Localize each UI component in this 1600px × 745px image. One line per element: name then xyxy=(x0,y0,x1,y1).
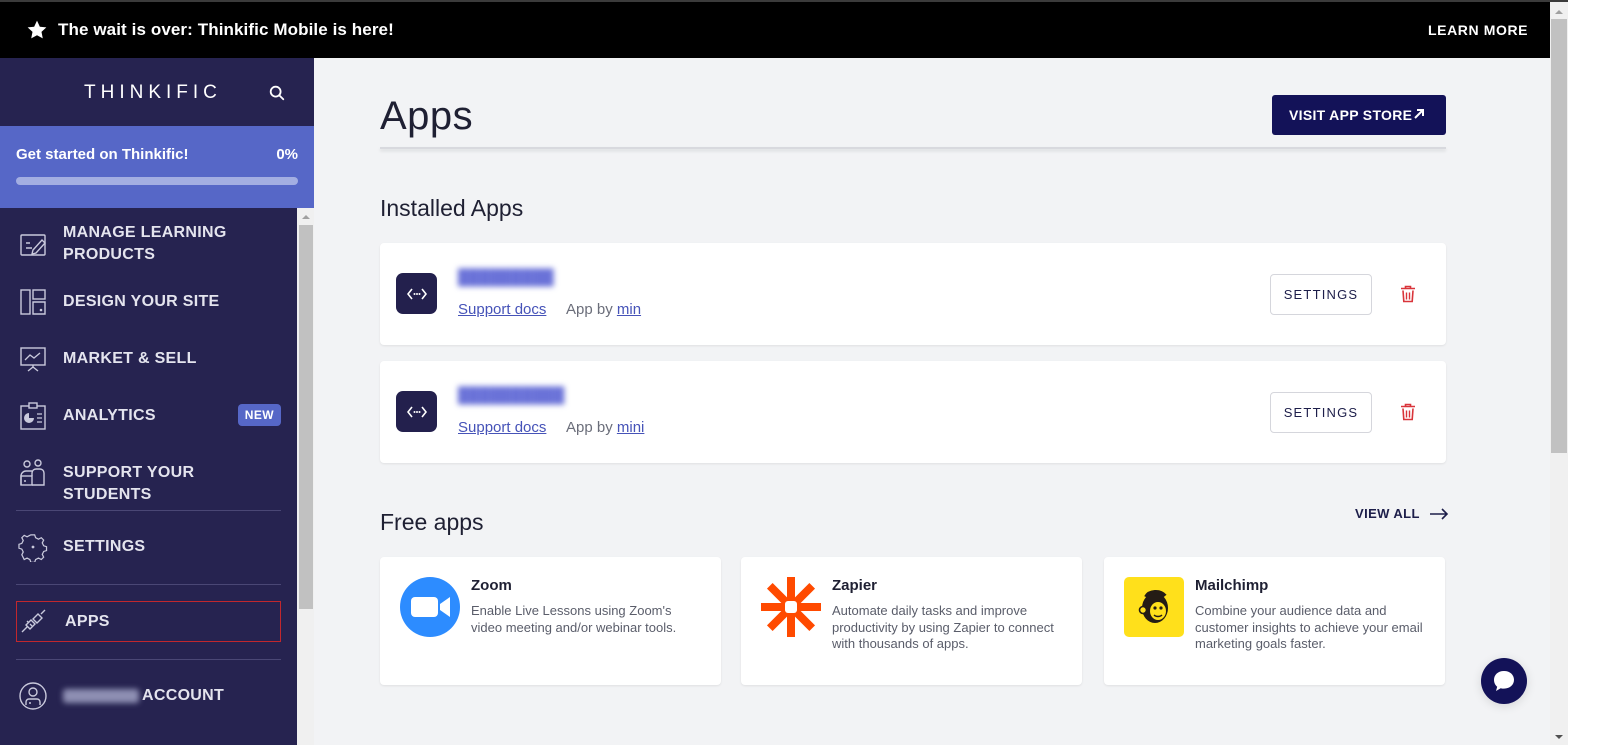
author-link[interactable]: mini xyxy=(617,419,645,436)
page-scrollbar-thumb[interactable] xyxy=(1551,19,1567,453)
star-icon xyxy=(27,20,47,39)
sidebar-nav: MANAGE LEARNING PRODUCTS DESIGN YOUR SITE… xyxy=(0,208,297,745)
sidebar-item-label: ACCOUNT xyxy=(63,685,224,707)
app-settings-button[interactable]: SETTINGS xyxy=(1270,392,1372,433)
analytics-clipboard-icon xyxy=(20,402,46,430)
onboarding-progress-bar xyxy=(16,177,298,185)
installed-app-card: ██████████ Support docs App by mini SETT… xyxy=(380,361,1446,463)
onboarding-progress-panel[interactable]: Get started on Thinkific! 0% xyxy=(0,126,314,208)
sidebar-item-label: MANAGE LEARNING PRODUCTS xyxy=(63,224,227,263)
sidebar-item-label: APPS xyxy=(65,613,110,630)
app-logo xyxy=(396,273,437,314)
gear-icon xyxy=(18,534,48,562)
code-brackets-icon xyxy=(406,406,427,417)
author-link[interactable]: min xyxy=(617,301,641,318)
onboarding-title: Get started on Thinkific! xyxy=(16,146,189,163)
scroll-up-arrow-icon[interactable] xyxy=(302,215,310,219)
free-app-description: Automate daily tasks and improve product… xyxy=(832,603,1054,651)
view-all-link[interactable]: VIEW ALL xyxy=(1355,506,1449,521)
new-badge: NEW xyxy=(237,404,281,426)
visit-app-store-button[interactable]: VISIT APP STORE xyxy=(1272,95,1446,135)
sidebar-item-settings[interactable]: SETTINGS xyxy=(16,532,281,562)
free-app-card-mailchimp[interactable]: Mailchimp Combine your audience data and… xyxy=(1104,557,1445,685)
sidebar-item-label: ANALYTICS xyxy=(63,407,156,424)
scroll-up-arrow-icon[interactable] xyxy=(1555,10,1563,14)
installed-apps-heading: Installed Apps xyxy=(380,195,524,221)
support-docs-link[interactable]: Support docs xyxy=(458,419,546,436)
window-edge xyxy=(1568,0,1600,745)
free-app-card-zoom[interactable]: Zoom Enable Live Lessons using Zoom's vi… xyxy=(380,557,721,685)
user-circle-icon xyxy=(19,682,47,710)
app-window: The wait is over: Thinkific Mobile is he… xyxy=(0,0,1600,745)
sidebar-divider xyxy=(16,584,281,585)
sidebar-item-label: MARKET & SELL xyxy=(63,350,197,367)
sidebar-item-market-sell[interactable]: MARKET & SELL xyxy=(16,344,281,374)
app-author: App by min xyxy=(566,301,642,318)
sidebar-divider xyxy=(16,659,281,660)
zapier-logo-icon xyxy=(761,577,821,637)
page-scrollbar[interactable] xyxy=(1550,2,1568,745)
onboarding-percent: 0% xyxy=(276,146,298,163)
free-app-description: Enable Live Lessons using Zoom's video m… xyxy=(471,603,677,635)
sidebar-item-analytics[interactable]: ANALYTICS NEW xyxy=(16,401,281,431)
chat-bubble-icon xyxy=(1494,671,1514,691)
edit-products-icon xyxy=(20,234,46,256)
support-docs-link[interactable]: Support docs xyxy=(458,301,546,318)
sidebar-item-design-your-site[interactable]: DESIGN YOUR SITE xyxy=(16,287,281,317)
sidebar-scrollbar-thumb[interactable] xyxy=(299,225,313,609)
free-app-description: Combine your audience data and customer … xyxy=(1195,603,1423,651)
arrow-right-icon xyxy=(1429,507,1448,520)
page-title: Apps xyxy=(380,94,474,138)
sidebar-item-apps[interactable]: APPS xyxy=(16,601,281,642)
free-apps-heading: Free apps xyxy=(380,509,484,535)
learn-more-link[interactable]: LEARN MORE xyxy=(1428,22,1528,38)
sidebar-item-label: DESIGN YOUR SITE xyxy=(63,293,220,310)
presentation-chart-icon xyxy=(20,347,46,372)
external-arrow-icon xyxy=(1414,109,1424,119)
visit-app-store-label: VISIT APP STORE xyxy=(1289,107,1413,123)
layout-icon xyxy=(20,289,46,315)
title-divider xyxy=(380,147,1446,149)
app-name-link[interactable]: █████████ xyxy=(458,269,554,286)
app-settings-button[interactable]: SETTINGS xyxy=(1270,274,1372,315)
sidebar-item-support-your-students[interactable]: SUPPORT YOUR STUDENTS xyxy=(16,458,281,503)
chat-launcher-button[interactable] xyxy=(1481,658,1527,704)
sidebar-item-manage-learning-products[interactable]: MANAGE LEARNING PRODUCTS xyxy=(16,222,281,268)
students-icon xyxy=(20,459,45,486)
free-app-name: Zoom xyxy=(471,577,512,594)
announcement-banner: The wait is over: Thinkific Mobile is he… xyxy=(0,2,1550,58)
main-content: Apps VISIT APP STORE Installed Apps ████… xyxy=(314,58,1550,745)
installed-app-card: █████████ Support docs App by min SETTIN… xyxy=(380,243,1446,345)
brand-logo[interactable]: THINKIFIC xyxy=(84,82,222,104)
sidebar-item-account[interactable]: ACCOUNT xyxy=(16,680,281,712)
trash-icon[interactable] xyxy=(1400,403,1416,421)
app-name-link[interactable]: ██████████ xyxy=(458,387,564,404)
mailchimp-logo-icon xyxy=(1124,577,1184,637)
banner-message: The wait is over: Thinkific Mobile is he… xyxy=(58,20,394,39)
sidebar-item-label: SUPPORT YOUR STUDENTS xyxy=(63,464,195,503)
redacted-owner-name xyxy=(63,688,139,703)
app-logo xyxy=(396,391,437,432)
app-author: App by mini xyxy=(566,419,645,436)
trash-icon[interactable] xyxy=(1400,285,1416,303)
view-all-label: VIEW ALL xyxy=(1355,506,1420,521)
code-brackets-icon xyxy=(406,288,427,299)
plug-icon xyxy=(21,609,46,633)
zoom-logo-icon xyxy=(400,577,460,637)
sidebar-scrollbar[interactable] xyxy=(297,208,314,745)
sidebar-divider xyxy=(16,510,281,511)
free-app-name: Zapier xyxy=(832,577,878,594)
free-app-name: Mailchimp xyxy=(1195,577,1269,594)
scroll-down-arrow-icon[interactable] xyxy=(1555,735,1563,739)
search-icon[interactable] xyxy=(268,84,286,102)
sidebar-item-label: SETTINGS xyxy=(63,538,146,555)
free-app-card-zapier[interactable]: Zapier Automate daily tasks and improve … xyxy=(741,557,1082,685)
sidebar: THINKIFIC Get started on Thinkific! 0% M… xyxy=(0,58,314,745)
